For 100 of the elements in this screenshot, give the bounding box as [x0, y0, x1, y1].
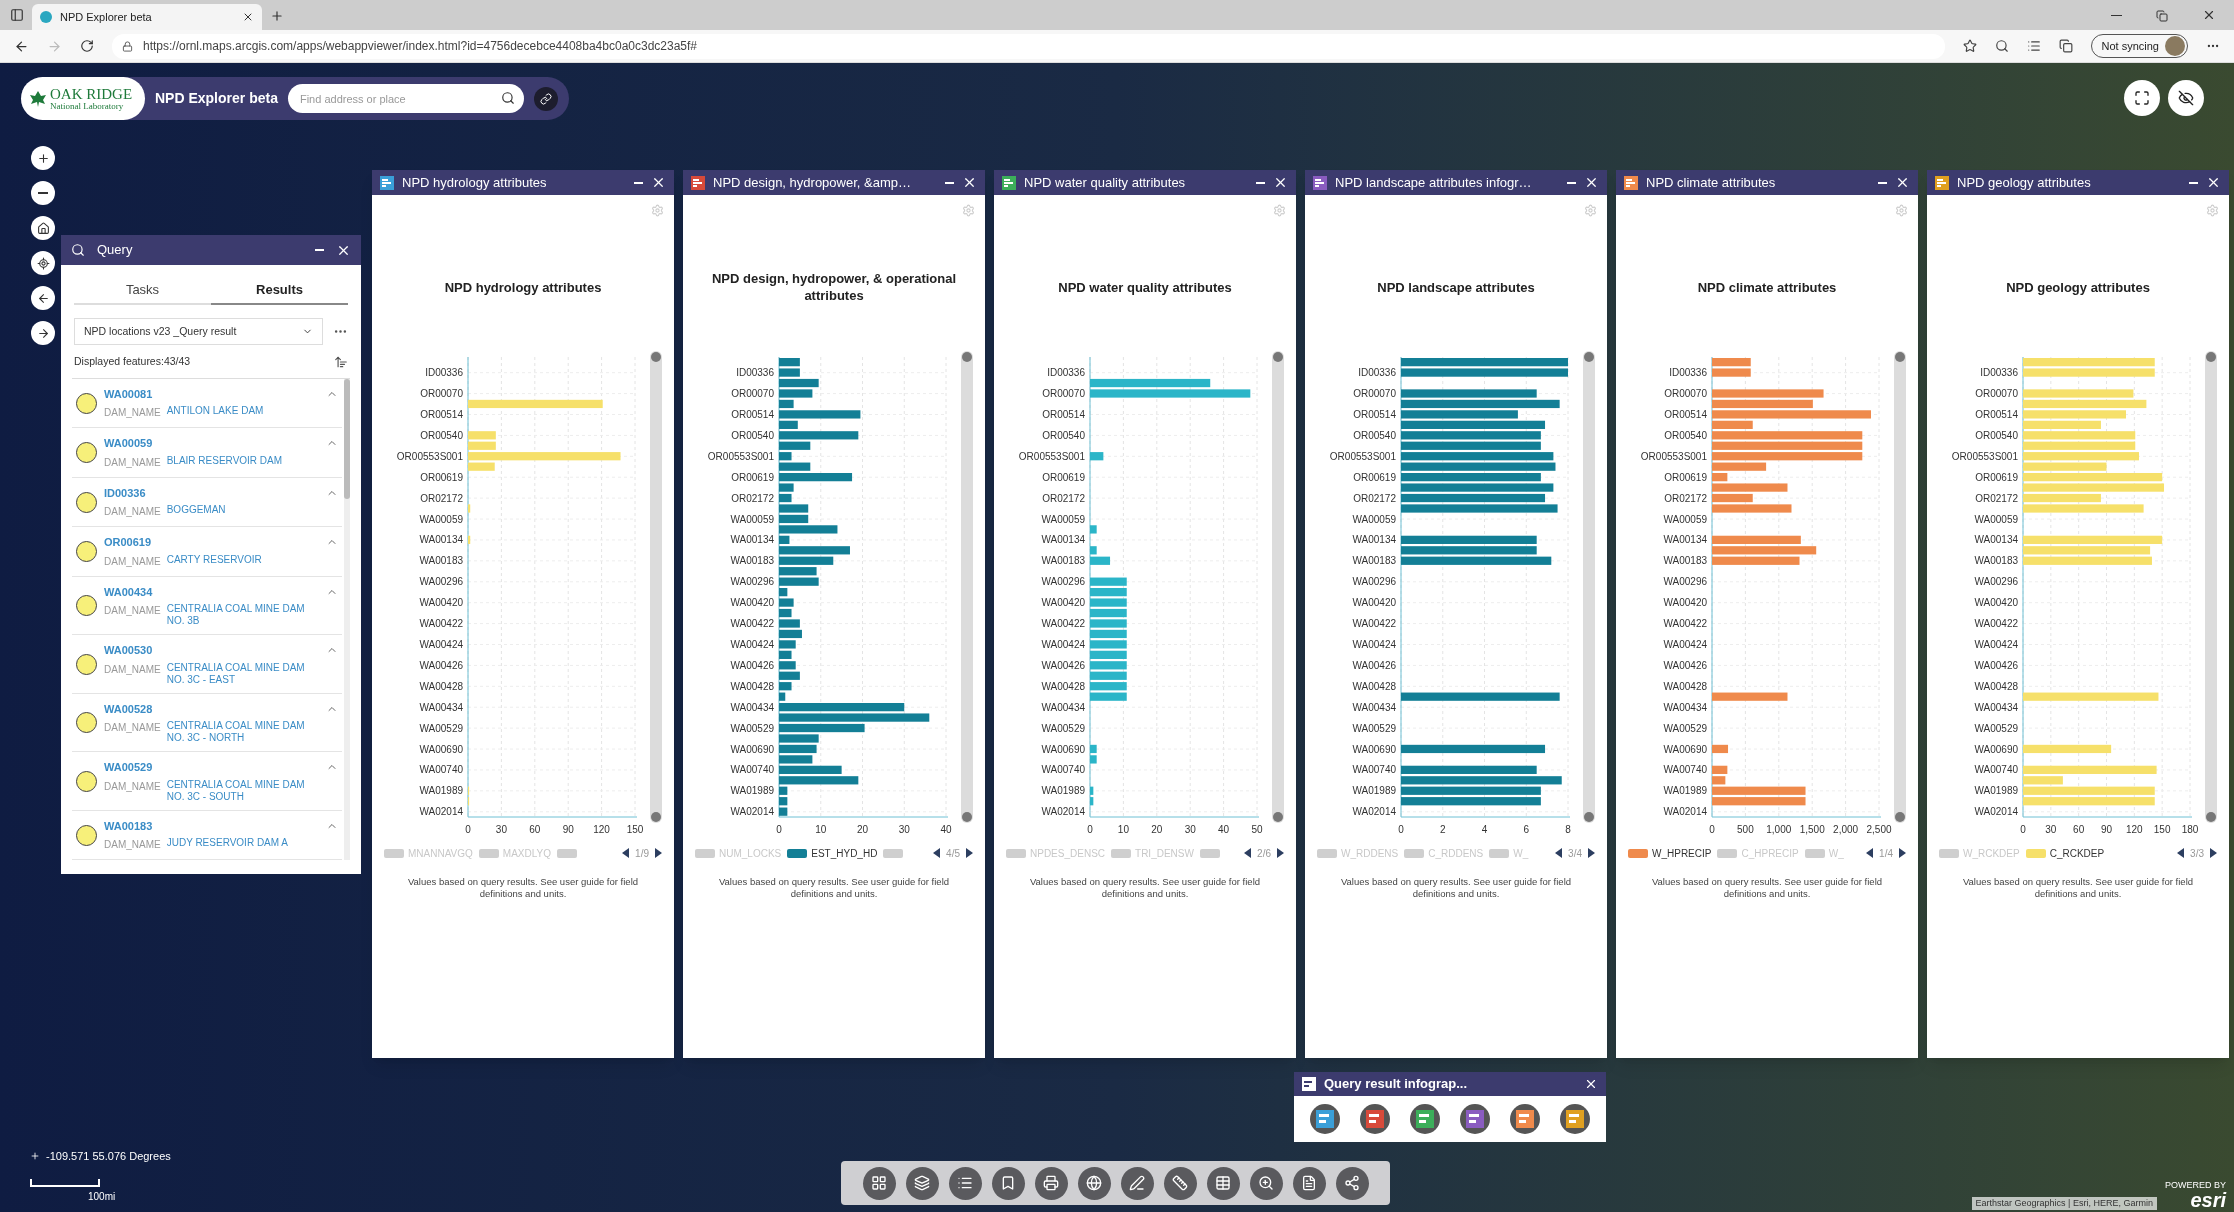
field-value: ANTILON LAKE DAM — [166, 405, 264, 419]
axis-tick-label: 90 — [562, 824, 574, 835]
axis-label: OR00540 — [1042, 429, 1085, 441]
result-id: WA00530 — [104, 643, 154, 659]
axis-label: WA01989 — [419, 785, 463, 797]
axis-label: OR00514 — [420, 409, 463, 420]
axis-label: OR00619 — [1664, 471, 1707, 483]
axis-label: OR00553S001 — [1329, 450, 1396, 462]
result-item[interactable]: WA00529 DAM_NAME CENTRALIA COAL MINE DAM NO. 3C - SOUTH — [72, 752, 342, 811]
axis-label: WA00428 — [730, 680, 774, 692]
axis-label: WA00434 — [1974, 701, 2018, 713]
window-title: NPD geology attributes — [1957, 173, 2092, 192]
field-name: DAM_NAME — [104, 779, 161, 794]
axis-label: WA00420 — [1663, 597, 1707, 609]
axis-label: WA00296 — [730, 576, 774, 588]
field-value: BOGGEMAN — [166, 504, 226, 518]
axis-label: WA00529 — [730, 722, 774, 734]
layer-dropdown[interactable]: NPD locations v23 _Query result — [74, 318, 323, 345]
axis-label: WA00426 — [1041, 659, 1085, 671]
result-item[interactable]: WA00434 DAM_NAME CENTRALIA COAL MINE DAM NO. 3B — [72, 576, 342, 636]
tab[interactable]: Tasks — [74, 277, 211, 305]
axis-label: OR00514 — [1353, 409, 1396, 420]
axis-tick-label: 120 — [2126, 824, 2143, 835]
page-indicator: 1/9 — [635, 846, 649, 861]
axis-tick-label: 0 — [776, 824, 782, 835]
axis-tick-label: 2 — [1439, 824, 1446, 835]
window-title: NPD climate attributes — [1646, 173, 1777, 192]
result-id: WA00528 — [104, 701, 154, 717]
axis-label: WA00740 — [1041, 764, 1085, 776]
axis-label: WA00424 — [419, 639, 463, 650]
axis-label: OR00540 — [1975, 429, 2018, 441]
field-name: DAM_NAME — [104, 721, 161, 736]
axis-label: WA00434 — [419, 701, 463, 713]
page-indicator: 3/3 — [2190, 846, 2204, 861]
field-value: CENTRALIA COAL MINE DAM NO. 3C - EAST — [166, 661, 306, 686]
result-item[interactable]: WA00528 DAM_NAME CENTRALIA COAL MINE DAM NO. 3C - NORTH — [72, 693, 342, 753]
attribution: Earthstar Geographics | Esri, HERE, Garmin — [1971, 1196, 2157, 1210]
axis-label: WA00420 — [1041, 597, 1085, 609]
axis-tick-label: 90 — [2100, 824, 2113, 835]
result-id: WA00529 — [104, 760, 154, 776]
axis-label: WA00134 — [1974, 534, 2018, 546]
field-name: DAM_NAME — [104, 838, 161, 853]
axis-label: WA00134 — [1663, 534, 1707, 546]
chart-title: NPD design, hydropower, & operational attributes — [710, 270, 958, 304]
axis-label: WA00296 — [419, 576, 463, 588]
axis-label: WA00296 — [1974, 576, 2018, 588]
axis-label: WA00420 — [1974, 597, 2018, 609]
axis-label: WA00420 — [730, 597, 774, 609]
axis-label: WA00296 — [1041, 576, 1085, 588]
axis-label: WA01989 — [730, 785, 774, 797]
chart-note: Values based on query results. See user guide for field definitions and units. — [1028, 876, 1262, 900]
axis-label: WA02014 — [730, 806, 774, 818]
axis-label: WA00426 — [1974, 659, 2018, 671]
axis-label: OR00070 — [731, 388, 774, 400]
axis-label: WA00690 — [419, 743, 463, 755]
axis-label: WA00690 — [1041, 743, 1085, 755]
axis-tick-label: 4 — [1481, 824, 1488, 835]
axis-label: OR00070 — [1353, 388, 1396, 400]
legend-label[interactable]: EST_HYD_HD — [811, 845, 878, 861]
window-title: NPD hydrology attributes — [402, 173, 548, 192]
result-item[interactable]: OR00619 DAM_NAME CARTY RESERVOIR — [72, 527, 342, 577]
axis-tick-label: 30 — [898, 824, 910, 835]
axis-label: OR00553S001 — [1640, 450, 1707, 462]
axis-label: ID00336 — [1980, 367, 2018, 379]
chart-title: NPD water quality attributes — [1058, 278, 1232, 296]
axis-label: WA00422 — [730, 618, 774, 630]
axis-label: WA02014 — [1663, 806, 1707, 818]
result-item[interactable]: ID00336 DAM_NAME BOGGEMAN — [72, 477, 342, 528]
legend-label[interactable]: W_HPRECIP — [1652, 845, 1712, 861]
result-item[interactable]: WA00081 DAM_NAME ANTILON LAKE DAM — [72, 378, 342, 429]
axis-label: WA00690 — [730, 743, 774, 755]
axis-tick-label: 1,500 — [1799, 824, 1825, 835]
axis-label: OR00540 — [1664, 429, 1707, 441]
axis-label: WA00420 — [1352, 597, 1396, 609]
url-field[interactable]: https://ornl.maps.arcgis.com/apps/webappviewer/index.html?id=4756decebce4408ba4bc0a0c3dc23a5f# — [112, 33, 1945, 59]
scale-label: 100mi — [88, 1189, 117, 1204]
axis-label: WA00426 — [1663, 659, 1707, 671]
axis-label: OR00540 — [1353, 429, 1396, 441]
axis-label: WA02014 — [1041, 806, 1085, 818]
logo-subtitle: National Laboratory — [50, 101, 125, 111]
axis-tick-label: 120 — [593, 824, 610, 835]
search-field[interactable]: Find address or place — [287, 84, 524, 113]
result-item[interactable]: WA00530 DAM_NAME CENTRALIA COAL MINE DAM NO. 3C - EAST — [72, 635, 342, 694]
axis-label: WA00183 — [1041, 555, 1085, 567]
axis-label: WA02014 — [1974, 806, 2018, 818]
chart-title: NPD landscape attributes — [1377, 278, 1535, 296]
result-item[interactable]: WA00183 DAM_NAME JUDY RESERVOIR DAM A — [72, 810, 342, 861]
powered-by-label: POWERED BY — [2165, 1181, 2226, 1190]
axis-label: WA00424 — [1352, 639, 1396, 650]
result-item[interactable]: WA00059 DAM_NAME BLAIR RESERVOIR DAM — [72, 428, 342, 478]
axis-label: WA00740 — [419, 764, 463, 776]
axis-label: WA00296 — [1352, 576, 1396, 588]
tab[interactable]: Results — [211, 277, 348, 305]
axis-label: OR00070 — [1042, 388, 1085, 400]
legend-label[interactable]: C_RCKDEP — [2049, 845, 2105, 861]
browser-tab[interactable]: NPD Explorer beta — [32, 4, 262, 30]
axis-label: OR00619 — [731, 471, 774, 483]
axis-label: WA00428 — [1663, 680, 1707, 692]
axis-label: WA00428 — [1974, 680, 2018, 692]
result-id: WA00434 — [104, 584, 154, 600]
